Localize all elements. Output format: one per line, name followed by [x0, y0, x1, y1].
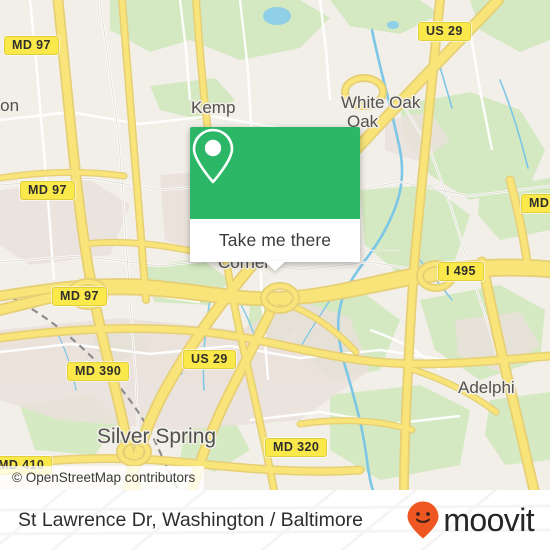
shield-md-97-south[interactable]: MD 97 — [52, 287, 107, 306]
location-title: St Lawrence Dr, Washington / Baltimore — [18, 508, 364, 531]
footer-bar: St Lawrence Dr, Washington / Baltimore m… — [0, 490, 550, 550]
moovit-brand[interactable]: moovit — [406, 500, 535, 540]
map-canvas[interactable]: h Anacostia River aton Kemp White Oak Oa… — [0, 0, 550, 490]
shield-md-97-north[interactable]: MD 97 — [4, 36, 59, 55]
card-action-area[interactable]: Take me there — [190, 219, 360, 271]
card-pin-area — [190, 127, 360, 219]
osm-attribution[interactable]: © OpenStreetMap contributors — [0, 466, 205, 490]
shield-md-2[interactable]: MD 2 — [521, 194, 550, 213]
moovit-smiley-pin-icon — [407, 501, 439, 539]
take-me-there-card[interactable]: Take me there — [190, 127, 360, 271]
shield-md-320[interactable]: MD 320 — [265, 438, 328, 457]
map-pin-icon — [192, 128, 234, 184]
shield-md-390[interactable]: MD 390 — [67, 362, 130, 381]
shield-i-495[interactable]: I 495 — [438, 262, 484, 281]
screenshot-root: h Anacostia River aton Kemp White Oak Oa… — [0, 0, 550, 550]
shield-us-29-top[interactable]: US 29 — [418, 22, 471, 41]
card-tail-pointer — [264, 261, 286, 271]
shield-md-97-mid[interactable]: MD 97 — [20, 181, 75, 200]
take-me-there-label: Take me there — [218, 230, 332, 250]
shield-us-29-mid[interactable]: US 29 — [183, 350, 236, 369]
moovit-wordmark: moovit — [443, 502, 534, 538]
